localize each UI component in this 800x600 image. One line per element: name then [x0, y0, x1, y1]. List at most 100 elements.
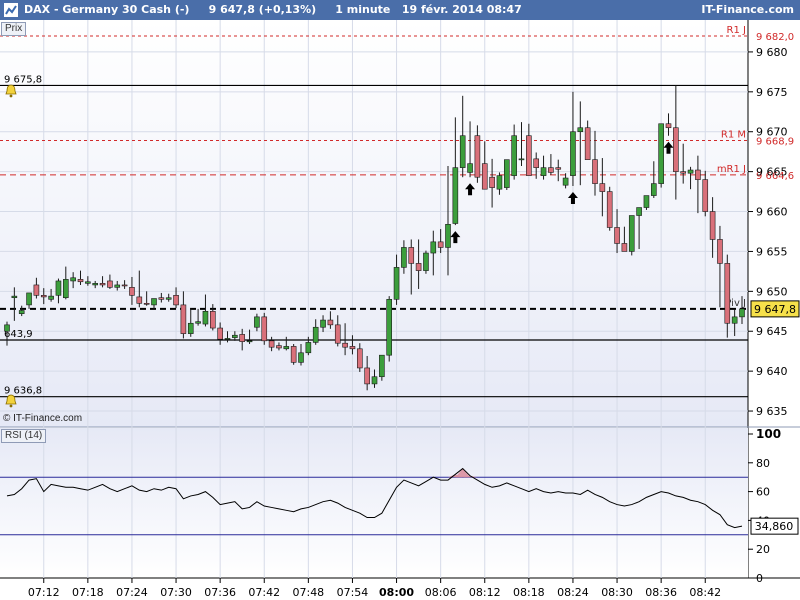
- candle-up: [320, 319, 326, 328]
- x-tick-label: 07:54: [337, 586, 369, 599]
- candle-up: [298, 352, 304, 363]
- x-tick-label: 07:42: [248, 586, 280, 599]
- x-tick-label: 07:48: [292, 586, 324, 599]
- candle-up: [503, 159, 510, 188]
- candle-up: [511, 135, 517, 176]
- candle-up: [562, 177, 569, 186]
- candle-up: [467, 163, 473, 173]
- candle-down: [474, 135, 481, 178]
- x-tick-label: 08:06: [425, 586, 457, 599]
- rsi-y-tick-label: 20: [756, 543, 770, 556]
- y-tick-label: 9 660: [756, 206, 788, 219]
- candle-up: [452, 167, 459, 224]
- candle-up: [628, 215, 635, 252]
- candle-down: [334, 324, 341, 344]
- candle-up: [48, 295, 54, 300]
- candle-up: [62, 279, 69, 299]
- candle-down: [33, 284, 40, 296]
- y-tick-label: 9 645: [756, 325, 788, 338]
- candle-down: [599, 183, 606, 192]
- candle-up: [11, 295, 18, 299]
- candle-up: [18, 310, 25, 314]
- candle-down: [217, 327, 223, 340]
- candle-down: [584, 127, 591, 160]
- x-tick-label: 07:24: [116, 586, 148, 599]
- candle-up: [305, 342, 312, 354]
- candle-up: [379, 354, 385, 378]
- candle-down: [415, 263, 422, 271]
- candle-down: [121, 284, 128, 287]
- y-tick-label: 9 680: [756, 46, 788, 59]
- y-tick-label: 9 675: [756, 86, 788, 99]
- candle-up: [570, 131, 576, 176]
- candle-down: [129, 287, 135, 296]
- rsi-panel-tag: RSI (14): [1, 429, 47, 443]
- candle-down: [268, 340, 275, 348]
- rsi-y-tick-label: 80: [756, 457, 770, 470]
- candle-down: [342, 342, 348, 348]
- x-tick-label: 08:42: [689, 586, 721, 599]
- candle-down: [614, 227, 620, 244]
- candle-down: [533, 158, 540, 168]
- candle-up: [92, 283, 98, 286]
- candle-down: [437, 241, 444, 248]
- candle-up: [55, 280, 62, 296]
- candle-down: [408, 247, 415, 264]
- rsi-last-value-label: 34,860: [755, 520, 794, 533]
- last-price-label: 9 647,8: [754, 303, 796, 316]
- candle-up: [643, 195, 650, 208]
- alert-bell-icon[interactable]: [4, 394, 18, 408]
- candle-down: [136, 296, 143, 304]
- candle-up: [187, 322, 194, 334]
- candle-down: [724, 263, 731, 324]
- candle-up: [393, 267, 400, 300]
- candle-down: [489, 176, 495, 188]
- x-tick-label: 08:30: [601, 586, 633, 599]
- candle-down: [99, 283, 106, 286]
- rsi-y-tick-label: 60: [756, 486, 770, 499]
- x-tick-label: 08:00: [379, 586, 414, 599]
- candle-down: [592, 159, 598, 184]
- x-tick-label: 07:18: [72, 586, 104, 599]
- rsi-panel-label: RSI (14): [5, 430, 43, 441]
- candle-down: [709, 211, 716, 240]
- brand-label[interactable]: IT-Finance.com: [701, 3, 794, 16]
- rsi-y-tick-label: 100: [756, 427, 781, 441]
- candle-up: [445, 223, 451, 248]
- candle-down: [555, 167, 562, 170]
- candle-up: [165, 297, 172, 300]
- candle-up: [371, 376, 378, 385]
- x-tick-label: 08:24: [557, 586, 589, 599]
- x-tick-label: 07:30: [160, 586, 192, 599]
- alert-bell-icon[interactable]: [4, 84, 18, 98]
- price-panel[interactable]: [0, 20, 748, 427]
- candle-down: [239, 334, 245, 342]
- candle-up: [687, 169, 694, 174]
- chart-title: DAX - Germany 30 Cash (-) 9 647,8 (+0,13…: [24, 3, 522, 16]
- candle-up: [496, 175, 503, 190]
- chart-canvas[interactable]: 9 675,8643,99 636,8R1 J9 682,0R1 M9 668,…: [0, 20, 800, 600]
- x-tick-label: 07:12: [28, 586, 60, 599]
- candle-down: [143, 303, 150, 305]
- candle-up: [195, 321, 201, 324]
- candle-up: [650, 183, 657, 196]
- copyright-text: © IT-Finance.com: [3, 413, 83, 424]
- y-tick-label: 9 650: [756, 285, 788, 298]
- candle-down: [349, 346, 356, 350]
- candle-down: [40, 295, 47, 298]
- candle-down: [695, 169, 701, 180]
- candle-up: [232, 334, 238, 338]
- candle-down: [665, 123, 672, 129]
- pivot-label: R1 J: [727, 25, 746, 36]
- candle-down: [210, 310, 216, 329]
- pivot-value-label: 9 682,0: [756, 32, 794, 43]
- candle-down: [364, 367, 370, 385]
- x-tick-label: 08:18: [513, 586, 545, 599]
- candle-down: [680, 171, 687, 174]
- candle-down: [158, 297, 165, 300]
- x-tick-label: 08:36: [645, 586, 677, 599]
- price-panel-label: Prix: [5, 23, 23, 34]
- candle-up: [430, 241, 437, 254]
- candle-up: [246, 340, 253, 343]
- candle-down: [621, 243, 628, 252]
